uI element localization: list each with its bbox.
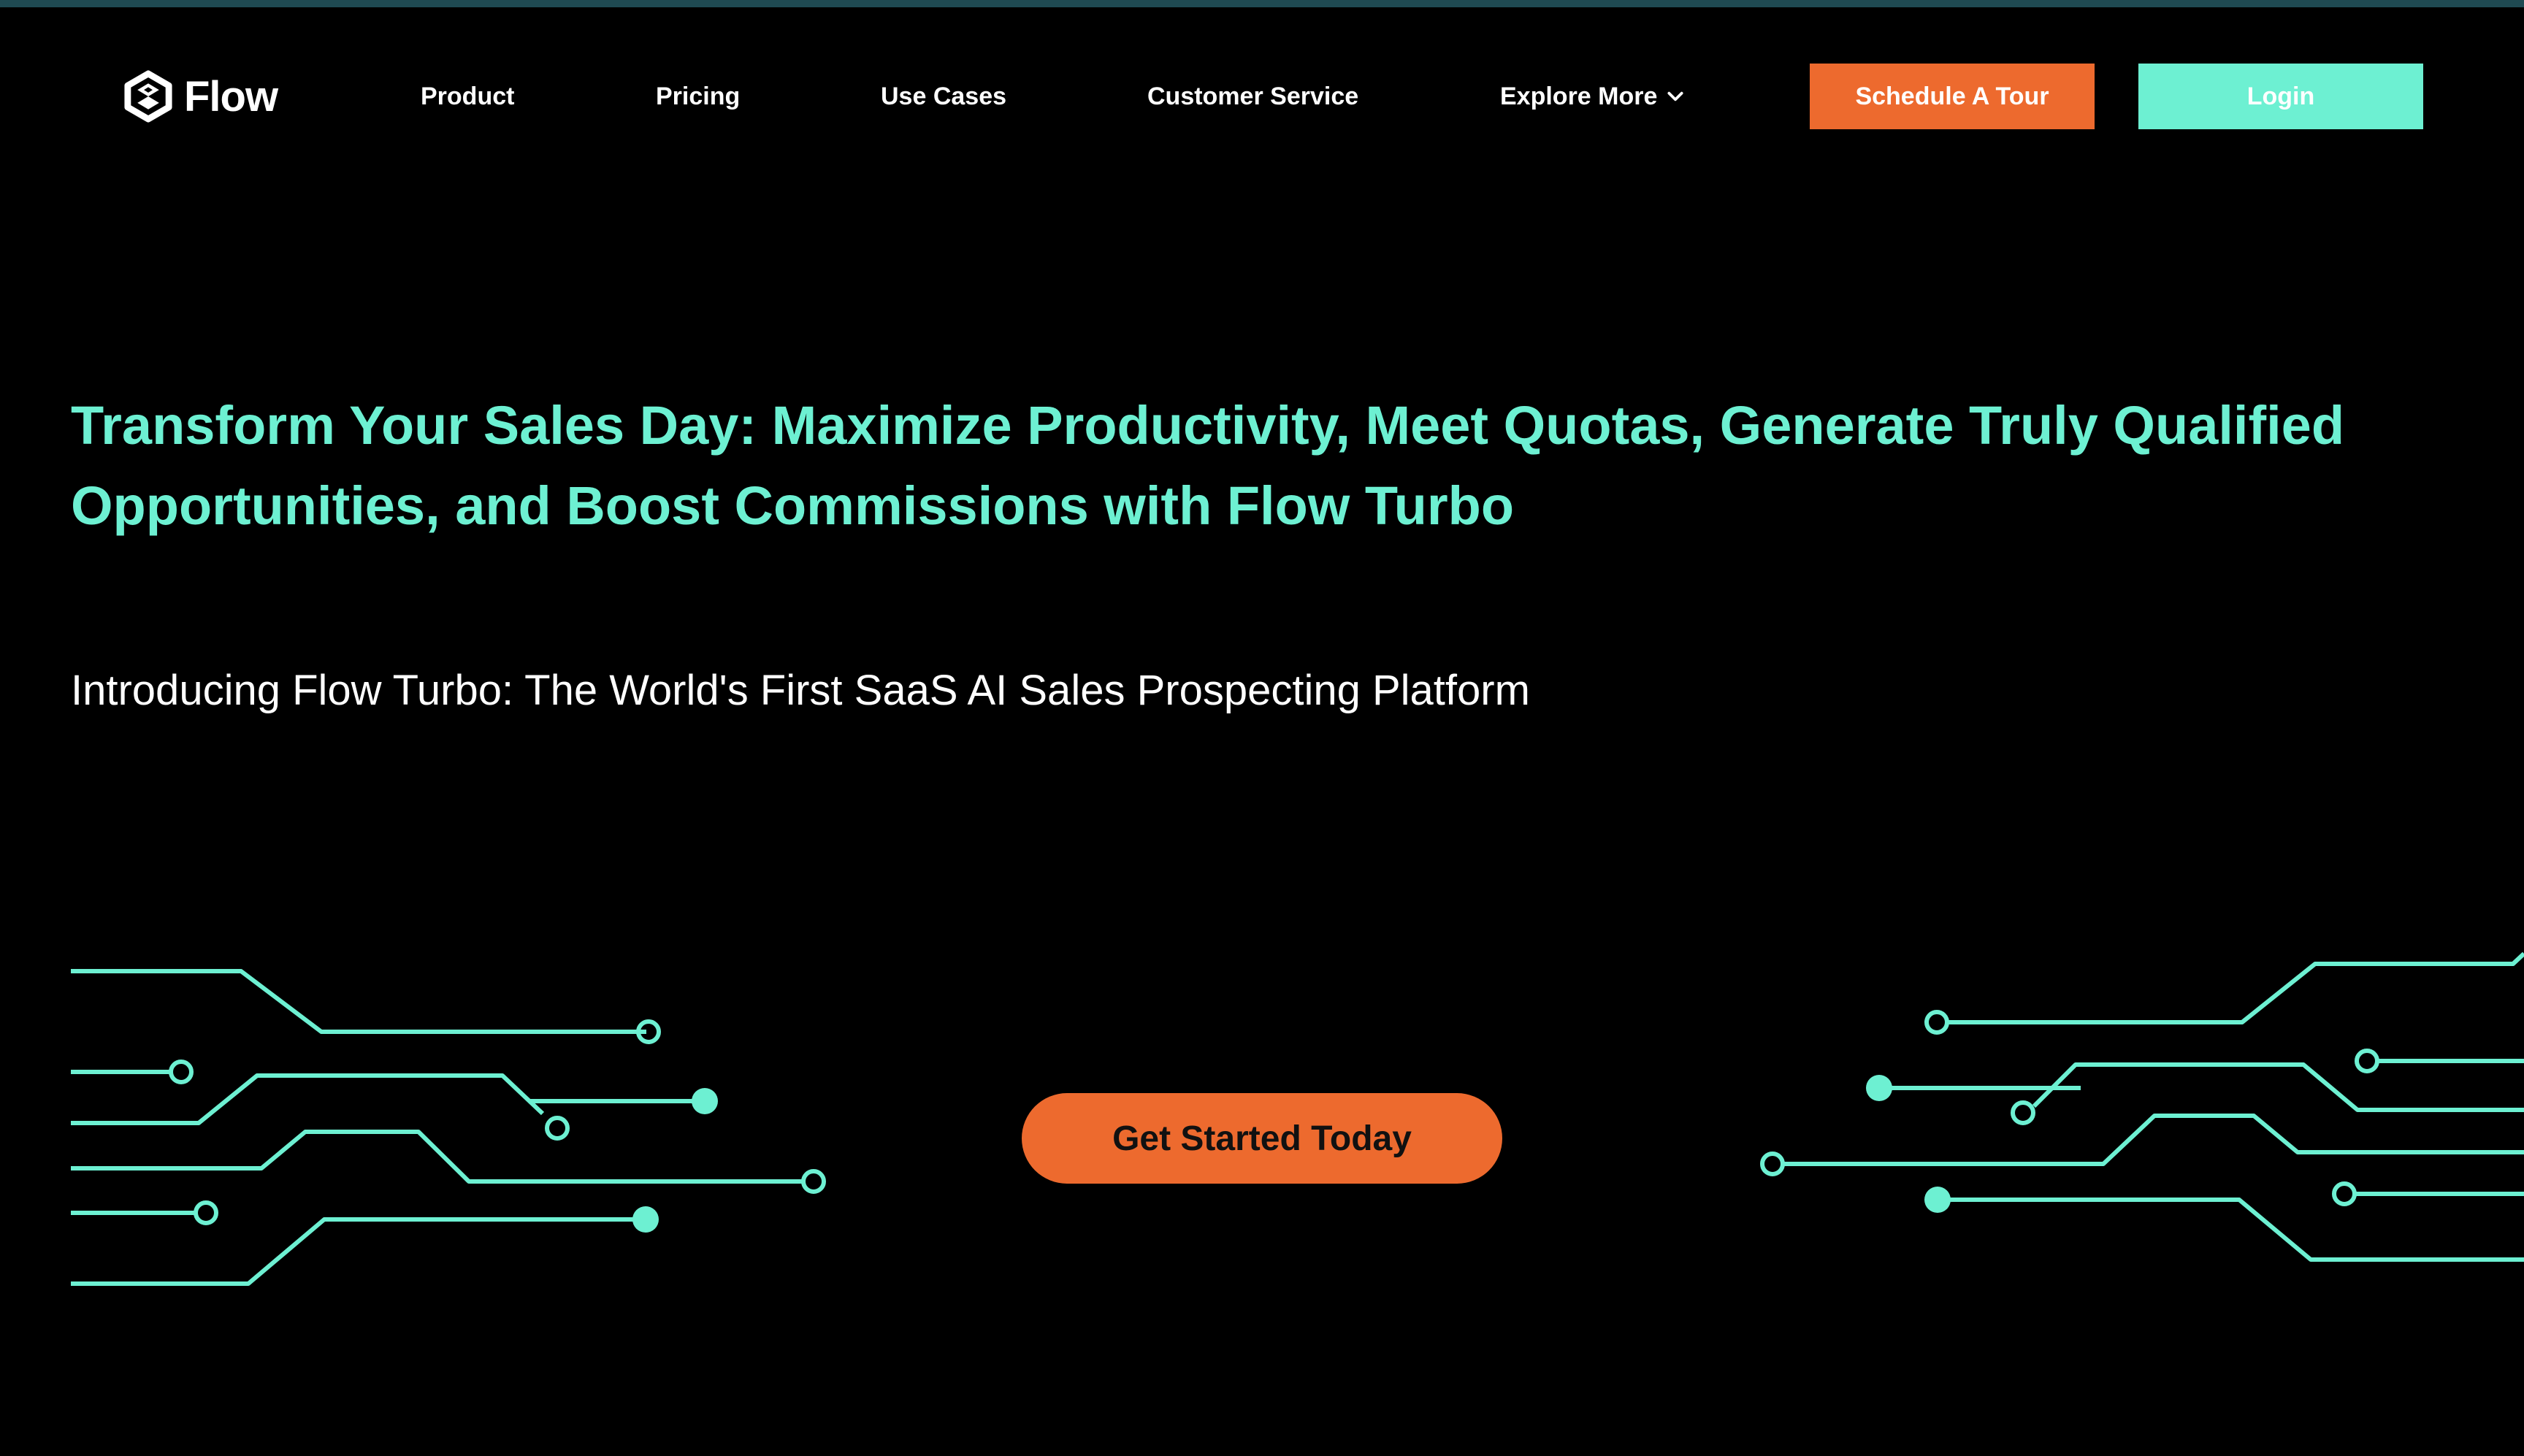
schedule-tour-button[interactable]: Schedule A Tour [1810, 64, 2095, 129]
chevron-down-icon [1667, 91, 1683, 101]
brand-name: Flow [184, 72, 278, 120]
hero-headline: Transform Your Sales Day: Maximize Produ… [71, 395, 2345, 536]
landing-page: Flow Product Pricing Use Cases Customer … [0, 0, 2524, 1456]
circuit-node-filled [692, 1088, 718, 1114]
circuit-node [194, 1200, 218, 1225]
nav-explore-more[interactable]: Explore More [1500, 74, 1685, 118]
circuit-trace [1783, 1114, 2524, 1166]
circuit-node [2355, 1049, 2379, 1073]
circuit-lines-right-decoration [1760, 951, 2524, 1262]
circuit-node-filled [1866, 1075, 1892, 1101]
flow-logo-icon [124, 70, 172, 123]
circuit-node [1924, 1010, 1949, 1035]
circuit-lines-left-decoration [71, 969, 826, 1286]
nav-customer-service[interactable]: Customer Service [1147, 74, 1358, 118]
circuit-node [801, 1169, 826, 1194]
circuit-node-filled [1924, 1187, 1951, 1213]
circuit-node [169, 1060, 194, 1084]
circuit-node [545, 1116, 570, 1141]
login-button[interactable]: Login [2138, 64, 2423, 129]
nav-pricing[interactable]: Pricing [656, 74, 740, 118]
circuit-trace [71, 1130, 803, 1184]
hero-subheadline: Introducing Flow Turbo: The World's Firs… [71, 667, 1530, 714]
circuit-trace [1947, 951, 2524, 1024]
brand-logo-link[interactable]: Flow [121, 67, 278, 126]
top-border [0, 0, 2524, 7]
get-started-button[interactable]: Get Started Today [1022, 1093, 1502, 1184]
circuit-node [2011, 1100, 2035, 1125]
circuit-trace [71, 1217, 635, 1286]
circuit-node [1760, 1152, 1785, 1176]
nav-use-cases[interactable]: Use Cases [881, 74, 1006, 118]
circuit-trace [71, 969, 646, 1034]
circuit-trace [71, 1073, 545, 1125]
circuit-trace [1937, 1198, 2524, 1262]
circuit-trace [2032, 1062, 2524, 1112]
circuit-node-filled [632, 1206, 659, 1233]
circuit-node [2332, 1181, 2357, 1206]
nav-product[interactable]: Product [421, 74, 514, 118]
nav-explore-more-label: Explore More [1500, 83, 1658, 110]
